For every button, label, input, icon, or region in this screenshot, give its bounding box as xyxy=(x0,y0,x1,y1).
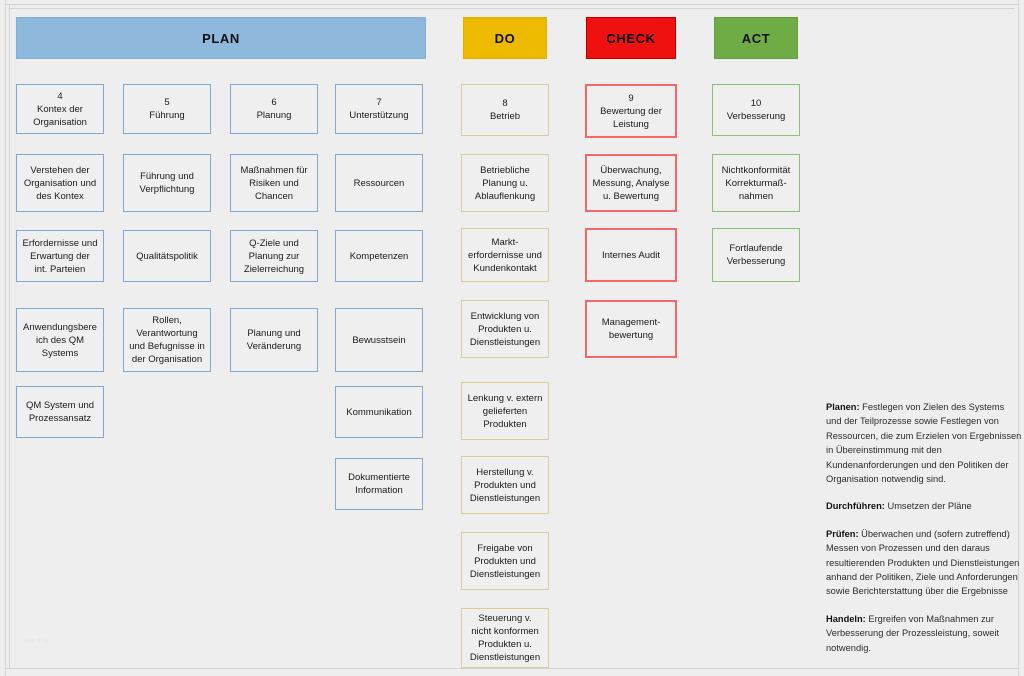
process-box[interactable]: Markt- erfordernisse und Kundenkontakt xyxy=(461,228,549,282)
pdca-diagram-slide: PLAN DO CHECK ACT 4 Kontex der Organisation… xyxy=(0,0,1024,676)
frame-border-top-inner xyxy=(9,8,1015,9)
process-box[interactable]: Anwendungsbere ich des QM Systems xyxy=(16,308,104,372)
frame-border-top xyxy=(5,4,1019,5)
process-box[interactable]: Fortlaufende Verbesserung xyxy=(712,228,800,282)
process-box[interactable]: Herstellung v. Produkten und Dienstleist… xyxy=(461,456,549,514)
process-box[interactable]: Bewusstsein xyxy=(335,308,423,372)
process-box[interactable]: Planung und Veränderung xyxy=(230,308,318,372)
process-box[interactable]: Ressourcen xyxy=(335,154,423,212)
legend-description: Planen: Festlegen von Zielen des Systems… xyxy=(826,400,1022,655)
process-box[interactable]: 4 Kontex der Organisation xyxy=(16,84,104,134)
legend-paragraph: Planen: Festlegen von Zielen des Systems… xyxy=(826,400,1022,486)
process-box[interactable]: 5 Führung xyxy=(123,84,211,134)
process-box[interactable]: Betriebliche Planung u. Ablauflenkung xyxy=(461,154,549,212)
process-box[interactable]: Kommunikation xyxy=(335,386,423,438)
watermark-text: media xyxy=(24,636,49,645)
process-box[interactable]: QM System und Prozessansatz xyxy=(16,386,104,438)
process-box[interactable]: Management- bewertung xyxy=(585,300,677,358)
process-box[interactable]: 8 Betrieb xyxy=(461,84,549,136)
process-box[interactable]: 10 Verbesserung xyxy=(712,84,800,136)
process-box[interactable]: Führung und Verpflichtung xyxy=(123,154,211,212)
process-box[interactable]: 6 Planung xyxy=(230,84,318,134)
process-box[interactable]: Rollen, Verantwortung und Befugnisse in … xyxy=(123,308,211,372)
process-box[interactable]: 7 Unterstützung xyxy=(335,84,423,134)
phase-banner-check[interactable]: CHECK xyxy=(586,17,676,59)
process-box[interactable]: Steuerung v. nicht konformen Produkten u… xyxy=(461,608,549,668)
phase-banner-act[interactable]: ACT xyxy=(714,17,798,59)
legend-text: Umsetzen der Pläne xyxy=(884,501,972,512)
legend-term: Planen: xyxy=(826,402,860,412)
process-box[interactable]: Internes Audit xyxy=(585,228,677,282)
process-box[interactable]: Qualitätspolitik xyxy=(123,230,211,282)
legend-paragraph: Handeln: Ergreifen von Maßnahmen zur Ver… xyxy=(826,612,1022,655)
process-box[interactable]: 9 Bewertung der Leistung xyxy=(585,84,677,138)
process-box[interactable]: Maßnahmen für Risiken und Chancen xyxy=(230,154,318,212)
phase-banner-plan[interactable]: PLAN xyxy=(16,17,426,59)
process-box[interactable]: Kompetenzen xyxy=(335,230,423,282)
legend-paragraph: Prüfen: Überwachen und (sofern zutreffen… xyxy=(826,527,1022,599)
frame-border-left-inner xyxy=(9,4,10,668)
process-box[interactable]: Erfordernisse und Erwartung der int. Par… xyxy=(16,230,104,282)
legend-text: Festlegen von Zielen des Systems und der… xyxy=(826,402,1022,485)
legend-term: Durchführen: xyxy=(826,501,885,512)
process-box[interactable]: Entwicklung von Produkten u. Dienstleist… xyxy=(461,300,549,358)
frame-border-left xyxy=(5,0,6,676)
process-box[interactable]: Verstehen der Organisation und des Konte… xyxy=(16,154,104,212)
process-box[interactable]: Q-Ziele und Planung zur Zielerreichung xyxy=(230,230,318,282)
process-box[interactable]: Überwachung, Messung, Analyse u. Bewertu… xyxy=(585,154,677,212)
process-box[interactable]: Freigabe von Produkten und Dienstleistun… xyxy=(461,532,549,590)
legend-term: Prüfen: xyxy=(826,528,859,539)
frame-border-bottom xyxy=(5,668,1019,669)
process-box[interactable]: Dokumentierte Information xyxy=(335,458,423,510)
process-box[interactable]: Lenkung v. extern gelieferten Produkten xyxy=(461,382,549,440)
phase-banner-do[interactable]: DO xyxy=(463,17,547,59)
legend-term: Handeln: xyxy=(826,613,866,624)
process-box[interactable]: Nichtkonformität Korrekturmaß- nahmen xyxy=(712,154,800,212)
legend-paragraph: Durchführen: Umsetzen der Pläne xyxy=(826,499,1022,513)
